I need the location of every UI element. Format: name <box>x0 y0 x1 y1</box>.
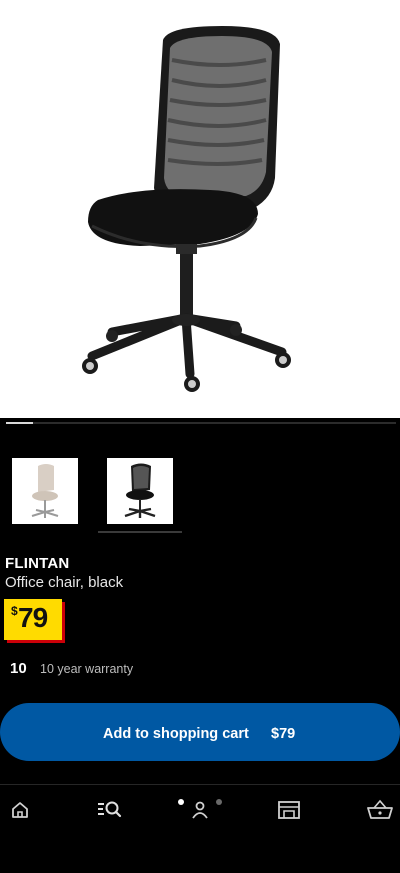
gallery-progress-bar <box>6 422 396 424</box>
product-name: FLINTAN <box>5 555 70 572</box>
product-description: Office chair, black <box>5 574 124 591</box>
nav-home[interactable] <box>4 796 44 826</box>
gallery-progress-fill <box>6 422 34 424</box>
nav-search[interactable] <box>96 796 136 826</box>
nav-store[interactable] <box>270 796 310 826</box>
office-chair-image <box>82 26 291 392</box>
product-main-image[interactable] <box>0 0 400 418</box>
nav-basket[interactable] <box>360 796 400 826</box>
basket-icon <box>367 799 393 819</box>
black-chair-thumbnail-image <box>124 463 156 518</box>
price-currency: $ <box>11 604 18 618</box>
home-icon <box>12 802 28 818</box>
add-to-cart-label: Add to shopping cart <box>103 726 249 742</box>
warranty-text[interactable]: 10 year warranty <box>40 662 133 676</box>
price-amount: 79 <box>18 602 48 633</box>
store-icon <box>278 801 300 819</box>
nav-profile[interactable] <box>180 796 220 826</box>
selected-thumbnail-indicator <box>98 531 182 533</box>
thumbnail-beige-chair[interactable] <box>12 458 78 524</box>
beige-chair-thumbnail-image <box>31 464 59 518</box>
bottom-nav-divider <box>0 784 400 785</box>
thumbnail-black-chair[interactable] <box>107 458 173 524</box>
add-to-cart-price: $79 <box>271 726 296 742</box>
price-tag: $ 79 <box>4 599 62 640</box>
warranty-badge: 10 <box>10 660 27 677</box>
profile-icon <box>192 801 208 819</box>
add-to-cart-button[interactable]: Add to shopping cart $79 <box>0 703 400 761</box>
search-icon <box>98 801 122 818</box>
